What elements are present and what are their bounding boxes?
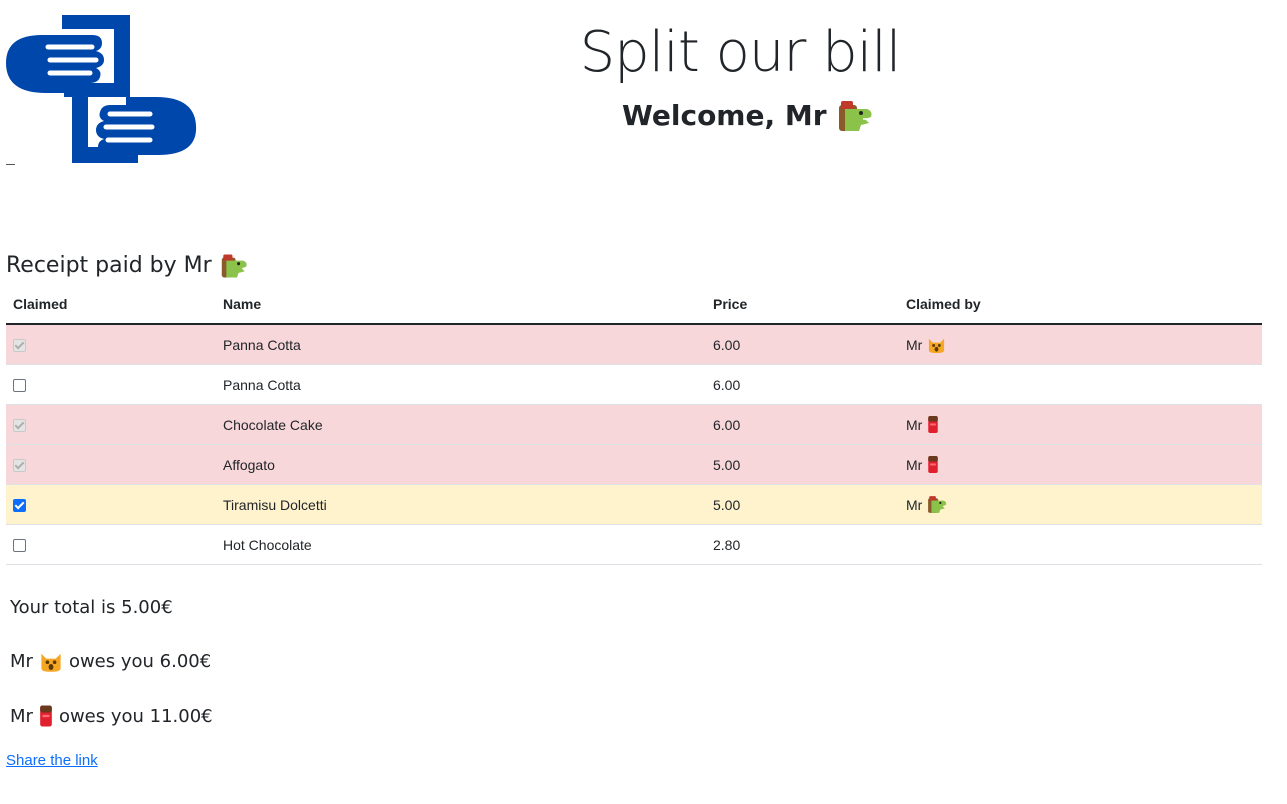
debt-line: Mr owes you 11.00€: [10, 703, 213, 729]
claim-checkbox: [13, 419, 26, 433]
debtor-name: Mr: [10, 650, 33, 672]
item-price: 5.00: [706, 444, 899, 485]
receipt-table: Claimed Name Price Claimed by Panna Cott…: [6, 285, 1262, 565]
claim-checkbox[interactable]: [13, 499, 26, 513]
chocolate-bar-emoji-icon: [928, 415, 939, 434]
cat-emoji-icon: [929, 338, 945, 354]
your-total-text: Your total is 5.00€: [10, 596, 173, 618]
claimed-by-cell: Mr: [899, 444, 1262, 485]
logo-underline: [6, 164, 15, 165]
item-name: Panna Cotta: [216, 324, 706, 365]
claimer-name: Mr: [906, 496, 923, 513]
item-name: Affogato: [216, 444, 706, 485]
debtor-name: Mr: [10, 705, 33, 727]
item-price: 2.80: [706, 524, 899, 565]
item-price: 5.00: [706, 484, 899, 525]
dragon-emoji-icon: [838, 101, 872, 131]
table-header-row: Claimed Name Price Claimed by: [6, 285, 1262, 325]
column-header-price: Price: [706, 285, 899, 325]
dragon-emoji-icon: [928, 496, 947, 513]
column-header-claimed: Claimed: [6, 285, 216, 325]
item-price: 6.00: [706, 364, 899, 405]
your-total: Your total is 5.00€: [10, 594, 173, 620]
table-row: Panna Cotta 6.00 Mr: [6, 324, 1262, 365]
column-header-name: Name: [216, 285, 706, 325]
debt-text: owes you 6.00€: [68, 650, 212, 672]
chocolate-bar-emoji-icon: [40, 705, 52, 727]
claimed-cell: [6, 444, 898, 485]
claim-checkbox[interactable]: [13, 379, 26, 393]
receipt-title: Receipt paid by Mr: [6, 250, 248, 282]
table-row: Hot Chocolate 2.80: [6, 524, 1262, 565]
dragon-emoji-icon: [221, 254, 247, 278]
claim-checkbox: [13, 459, 26, 473]
claimer-name: Mr: [906, 416, 923, 433]
claimed-cell: [6, 324, 898, 365]
welcome-text: Welcome, Mr: [622, 99, 827, 132]
claimer-name: Mr: [906, 456, 923, 473]
table-row: Panna Cotta 6.00: [6, 364, 1262, 405]
table-row: Chocolate Cake 6.00 Mr: [6, 404, 1262, 445]
app-title: Split our bill: [579, 20, 902, 85]
debt-text: owes you 11.00€: [58, 705, 213, 727]
item-name: Chocolate Cake: [216, 404, 706, 445]
claimed-cell: [6, 404, 898, 445]
claimed-cell: [6, 484, 898, 525]
table-row: Affogato 5.00 Mr: [6, 444, 1262, 485]
table-row: Tiramisu Dolcetti 5.00 Mr: [6, 484, 1262, 525]
item-name: Hot Chocolate: [216, 524, 706, 565]
item-price: 6.00: [706, 324, 899, 365]
claimed-by-cell: Mr: [899, 484, 1262, 525]
item-name: Tiramisu Dolcetti: [216, 484, 706, 525]
receipt-title-text: Receipt paid by Mr: [6, 253, 212, 278]
cat-emoji-icon: [41, 653, 61, 672]
claimed-by-cell: [899, 524, 1262, 565]
claimed-by-cell: Mr: [899, 324, 1262, 365]
item-name: Panna Cotta: [216, 364, 706, 405]
claim-checkbox[interactable]: [13, 539, 26, 553]
claim-checkbox: [13, 339, 26, 353]
claimer-name: Mr: [906, 336, 923, 353]
debt-line: Mr owes you 6.00€: [10, 648, 211, 674]
claimed-by-cell: [899, 364, 1262, 405]
welcome-heading: Welcome, Mr: [622, 96, 873, 136]
claimed-cell: [6, 364, 216, 405]
item-price: 6.00: [706, 404, 899, 445]
chocolate-bar-emoji-icon: [928, 455, 939, 474]
claimed-cell: [6, 524, 216, 565]
claimed-by-cell: Mr: [899, 404, 1262, 445]
column-header-claimed-by: Claimed by: [899, 285, 1262, 325]
share-link[interactable]: Share the link: [6, 752, 98, 769]
